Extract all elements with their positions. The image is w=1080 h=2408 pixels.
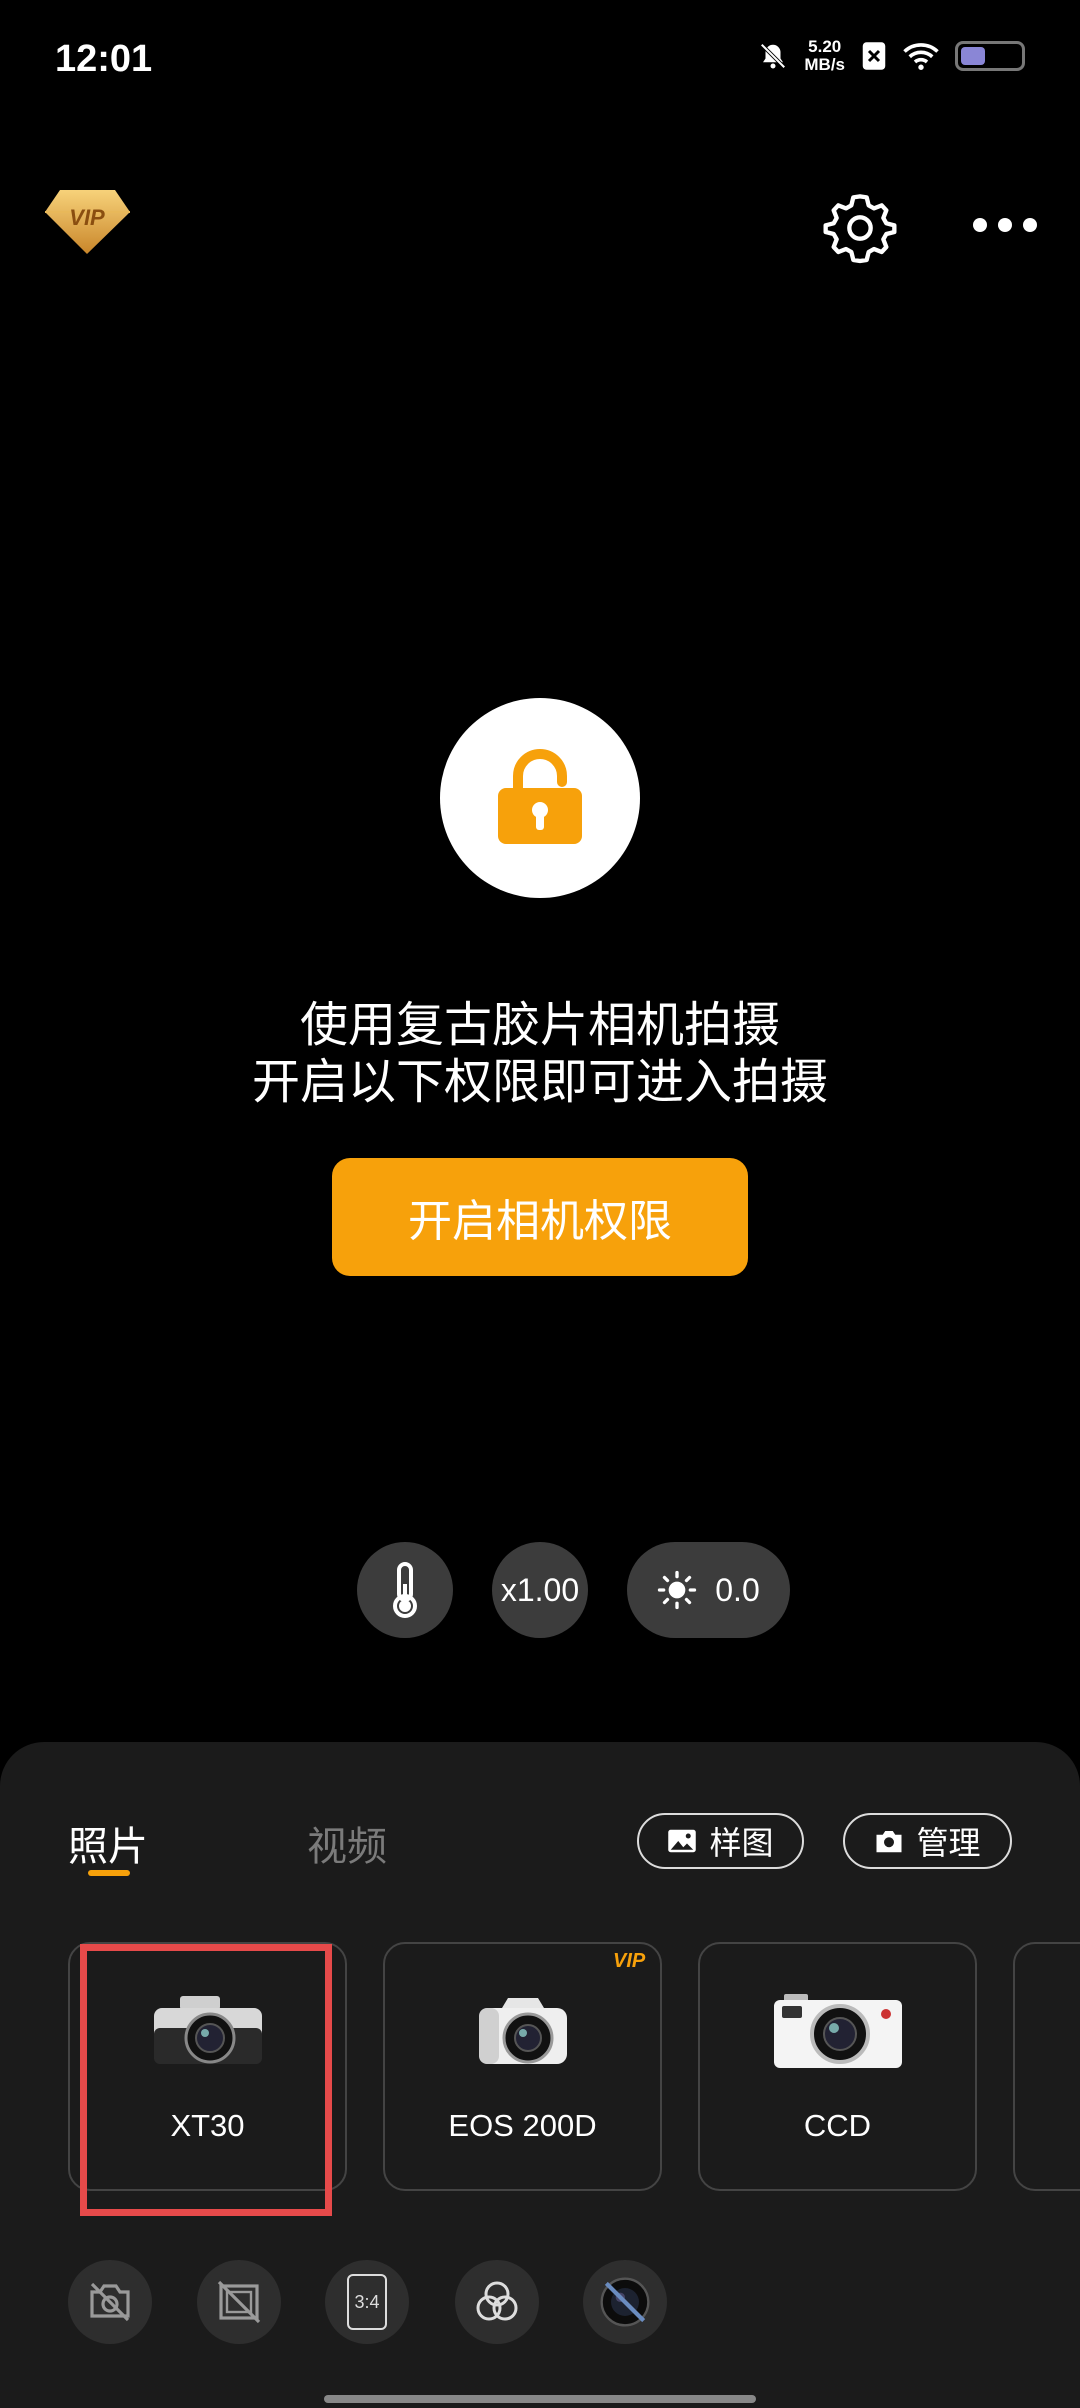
camera-label-eos-200d: EOS 200D [448,2108,597,2143]
camera-card-partial[interactable] [1013,1942,1080,2191]
sim-x-icon [862,42,886,70]
sample-label: 样图 [709,1824,774,1862]
aspect-ratio-label: 3:4 [354,2291,380,2312]
sample-button[interactable]: 样图 [637,1813,804,1869]
network-speed: 5.20 MB/s [804,38,845,74]
camera-card-eos-200d[interactable]: EOS 200D [383,1942,662,2191]
active-tab-indicator [88,1870,130,1876]
enable-camera-permission-button[interactable]: 开启相机权限 [332,1158,748,1276]
status-icons: 5.20 MB/s [758,38,1025,74]
aspect-ratio-button[interactable]: 3:4 [325,2260,409,2344]
sun-icon [658,1570,697,1610]
bell-muted-icon [760,43,786,69]
aspect-ratio-icon: 3:4 [347,2274,387,2330]
status-time: 12:01 [55,38,153,80]
tab-video[interactable]: 视频 [307,1814,387,1872]
eos-200d-camera-icon [478,1998,567,2064]
camera-icon [876,1831,902,1853]
more-button[interactable] [965,200,1045,250]
exposure-value: 0.0 [715,1571,760,1608]
thermometer-icon [393,1562,417,1618]
camera-label-ccd: CCD [803,2108,872,2143]
image-icon [668,1829,697,1853]
camera-card-ccd[interactable]: CCD [698,1942,977,2191]
zoom-button[interactable]: x1.00 [492,1542,588,1638]
vip-diamond-icon[interactable]: VIP [40,180,135,260]
manage-button[interactable]: 管理 [843,1813,1012,1869]
permission-message-line2: 开启以下权限即可进入拍摄 [251,1054,828,1110]
tab-photo[interactable]: 照片 [68,1814,148,1872]
manage-label: 管理 [916,1824,981,1862]
filter-button[interactable] [455,2260,539,2344]
frame-off-button[interactable] [197,2260,281,2344]
selection-highlight [80,1944,332,2216]
more-dots-icon [973,218,1037,232]
temperature-button[interactable] [357,1542,453,1638]
vip-tag: VIP [613,1950,646,1972]
settings-button[interactable] [820,188,900,268]
vip-badge-label: VIP [69,205,105,230]
frame-off-icon [217,2280,261,2324]
exposure-button[interactable]: 0.0 [627,1542,790,1638]
camera-off-button[interactable] [68,2260,152,2344]
speed-unit: MB/s [804,55,845,74]
lock-icon [498,749,582,844]
speed-value: 5.20 [808,37,842,56]
lens-off-button[interactable] [583,2260,667,2344]
lens-off-icon [600,2277,650,2327]
battery-icon [955,41,1025,71]
wifi-icon [903,43,939,70]
ccd-camera-icon [773,1994,902,2068]
camera-off-icon [90,2282,130,2322]
home-indicator[interactable] [324,2395,756,2403]
settings-gear-icon [823,194,897,264]
lock-circle [440,698,640,898]
filter-circles-icon [476,2281,518,2321]
